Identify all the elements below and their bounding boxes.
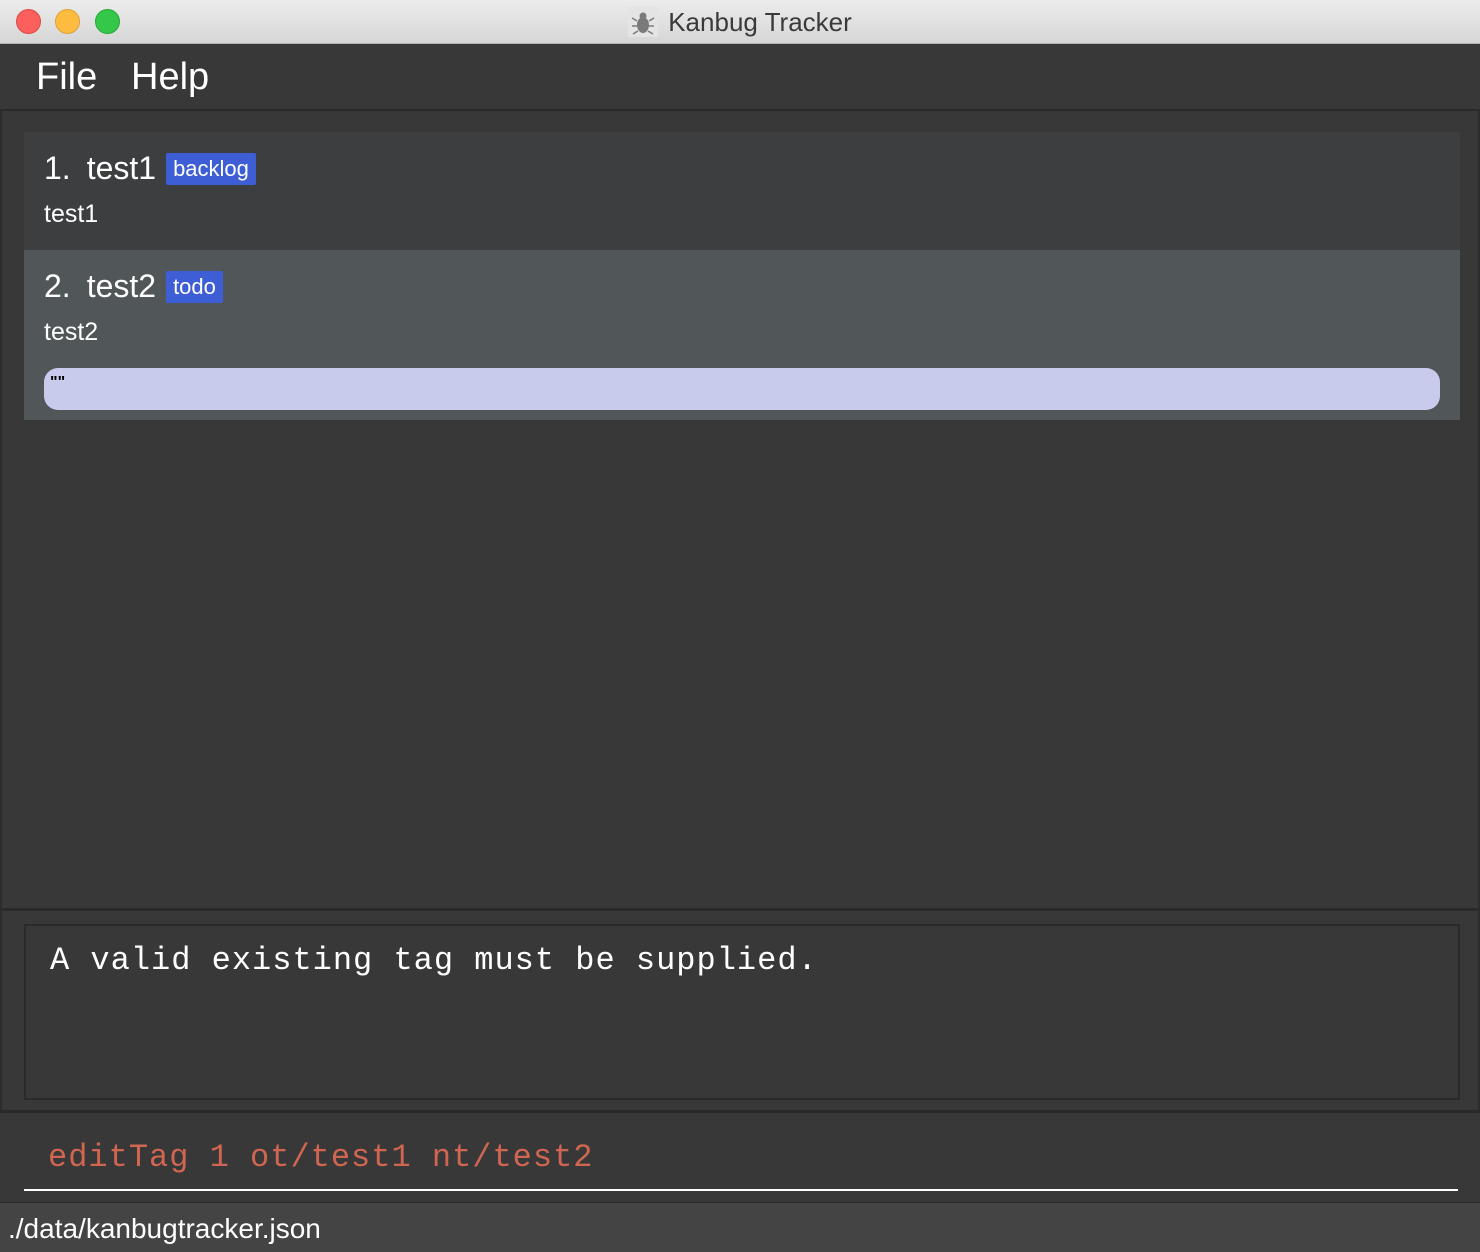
bug-index: 1.: [44, 150, 71, 186]
bug-icon: [628, 7, 659, 37]
window-title-wrap: Kanbug Tracker: [0, 0, 1480, 44]
bug-list-panel[interactable]: 1. test1 backlog test1 2. test2 todo tes…: [0, 111, 1480, 908]
bug-index: 2.: [44, 268, 71, 304]
tag-badge: todo: [166, 270, 223, 303]
bug-card-header: 2. test2 todo: [44, 268, 223, 305]
bug-card-selected[interactable]: 2. test2 todo test2 "": [24, 250, 1460, 420]
bug-card[interactable]: 1. test1 backlog test1: [24, 132, 1460, 250]
result-message: A valid existing tag must be supplied.: [50, 942, 818, 979]
command-box-panel: editTag 1 ot/test1 nt/test2: [0, 1110, 1480, 1202]
status-bar: ./data/kanbugtracker.json: [0, 1202, 1480, 1252]
save-location: ./data/kanbugtracker.json: [8, 1213, 321, 1244]
result-display-panel: A valid existing tag must be supplied.: [0, 908, 1480, 1110]
bug-card-header: 1. test1 backlog: [44, 150, 256, 187]
bug-title: test2: [86, 268, 157, 304]
command-text: editTag 1 ot/test1 nt/test2: [48, 1139, 594, 1176]
result-display[interactable]: A valid existing tag must be supplied.: [24, 924, 1460, 1100]
menu-bar: File Help: [0, 44, 1480, 111]
window-title: Kanbug Tracker: [668, 6, 852, 37]
tag-badge: backlog: [166, 152, 256, 185]
bug-description: test1: [44, 200, 99, 228]
menu-file[interactable]: File: [36, 56, 97, 99]
bug-title: test1: [86, 150, 157, 186]
command-input[interactable]: editTag 1 ot/test1 nt/test2: [24, 1131, 1458, 1191]
bug-description: test2: [44, 318, 99, 346]
bug-note-pill: "": [44, 368, 1440, 410]
window-titlebar: Kanbug Tracker: [0, 0, 1480, 44]
menu-help[interactable]: Help: [131, 56, 209, 99]
